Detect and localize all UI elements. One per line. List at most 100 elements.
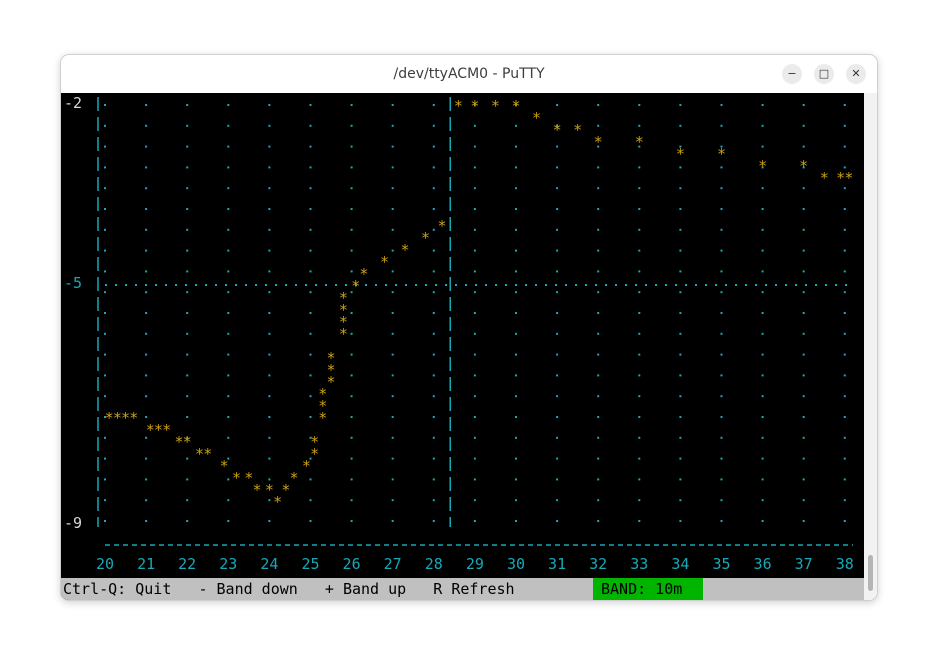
grid-dot	[227, 228, 230, 231]
grid-dot	[843, 208, 846, 210]
data-point: *	[310, 433, 319, 451]
minimize-button[interactable]: −	[782, 64, 802, 84]
grid-dot	[391, 436, 394, 439]
putty-window: /dev/ttyACM0 - PuTTY − □ ✕ -2 -5 -9 20 21 22 2…	[60, 54, 878, 601]
grid-dot	[473, 416, 476, 418]
grid-dot	[597, 270, 600, 273]
grid-dot	[309, 312, 312, 314]
grid-dot	[268, 124, 271, 127]
grid-dot	[556, 478, 559, 481]
grid-dot	[432, 270, 435, 273]
grid-dot	[720, 249, 723, 252]
x-tick-label: 25	[301, 555, 319, 573]
grid-dot	[186, 478, 189, 481]
grid-dot	[638, 312, 641, 314]
grid-dot	[720, 312, 723, 314]
grid-dot	[514, 228, 517, 231]
grid-dot	[802, 374, 805, 377]
grid-dot	[843, 187, 846, 190]
grid-dot	[556, 332, 559, 335]
grid-dot	[473, 499, 476, 502]
grid-dot	[391, 249, 394, 252]
grid-dot	[597, 499, 600, 502]
grid-dot	[145, 291, 148, 294]
grid-dot	[268, 332, 271, 335]
grid-dot	[761, 312, 764, 314]
terminal-area[interactable]: -2 -5 -9 20 21 22 23 24 25 26 27 28 29 30 31 32 33 34 35 36…	[61, 93, 864, 600]
grid-dot	[802, 395, 805, 398]
scrollbar[interactable]	[864, 93, 877, 600]
grid-dot	[679, 478, 682, 481]
grid-dot	[145, 478, 148, 481]
grid-dot	[843, 374, 846, 377]
x-tick-label: 28	[425, 555, 443, 573]
grid-dot	[391, 291, 394, 294]
grid-dot	[761, 499, 764, 502]
grid-dot	[309, 395, 312, 398]
grid-dot	[556, 187, 559, 190]
grid-dot	[843, 395, 846, 398]
grid-dot	[638, 208, 641, 210]
grid-dot	[268, 499, 271, 502]
grid-dot	[679, 166, 682, 169]
grid-dot	[679, 208, 682, 210]
data-point: *	[553, 121, 562, 139]
maximize-button[interactable]: □	[814, 64, 834, 84]
data-point: *	[220, 457, 229, 475]
grid-dot	[514, 395, 517, 398]
grid-dot	[597, 228, 600, 231]
grid-dot	[597, 166, 600, 169]
grid-dot	[104, 228, 106, 231]
grid-dot	[145, 166, 148, 169]
grid-dot	[802, 145, 805, 148]
grid-dot	[761, 228, 764, 231]
grid-dot	[268, 187, 271, 190]
grid-dot	[761, 249, 764, 252]
grid-dot	[843, 332, 846, 335]
grid-dot	[186, 457, 189, 460]
grid-dot	[227, 187, 230, 190]
x-tick-label: 37	[795, 555, 813, 573]
grid-dot	[145, 208, 148, 210]
data-point: *	[511, 97, 520, 115]
window-title: /dev/ttyACM0 - PuTTY	[393, 66, 545, 82]
grid-dot	[268, 436, 271, 439]
grid-dot	[391, 145, 394, 148]
data-point: *	[203, 445, 212, 463]
grid-dot	[802, 228, 805, 231]
grid-dot	[556, 499, 559, 502]
grid-dot	[186, 499, 189, 502]
grid-dot	[597, 353, 600, 356]
grid-dot	[638, 499, 641, 502]
grid-dot	[597, 332, 600, 335]
grid-dot	[309, 520, 312, 522]
grid-dot	[432, 332, 435, 335]
x-tick-label: 26	[343, 555, 361, 573]
grid-dot	[556, 228, 559, 231]
data-point: *	[820, 169, 829, 187]
grid-dot	[350, 436, 353, 439]
grid-dot	[473, 395, 476, 398]
title-bar[interactable]: /dev/ttyACM0 - PuTTY − □ ✕	[61, 55, 877, 93]
scrollbar-thumb[interactable]	[868, 555, 873, 591]
grid-dot	[843, 145, 846, 148]
grid-dot	[638, 478, 641, 481]
grid-dot	[268, 104, 271, 106]
grid-dot	[638, 166, 641, 169]
grid-dot	[432, 436, 435, 439]
grid-dot	[186, 166, 189, 169]
close-button[interactable]: ✕	[846, 64, 866, 84]
grid-dot	[514, 187, 517, 190]
grid-dot	[597, 291, 600, 294]
grid-dot	[350, 520, 353, 522]
grid-dot	[432, 478, 435, 481]
grid-dot	[802, 416, 805, 418]
grid-dot	[350, 395, 353, 398]
y-tick-label: -2	[64, 94, 82, 112]
grid-dot	[227, 145, 230, 148]
band-indicator: BAND: 10m	[593, 578, 703, 600]
grid-dot	[638, 187, 641, 190]
grid-dot	[350, 249, 353, 252]
grid-dot	[638, 104, 641, 106]
grid-dot	[843, 249, 846, 252]
